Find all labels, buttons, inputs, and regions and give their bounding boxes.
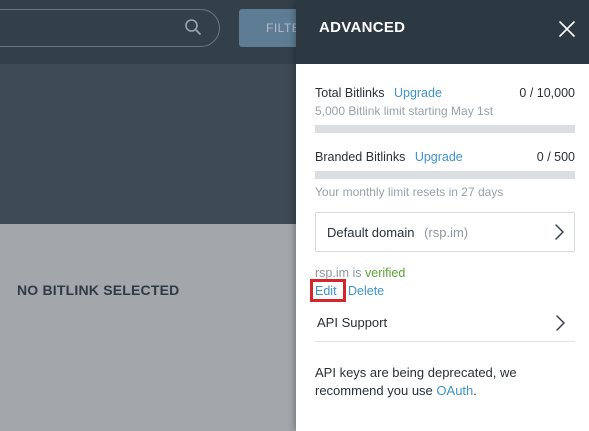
total-bitlinks-note: 5,000 Bitlink limit starting May 1st [315,104,494,118]
api-support-label: API Support [317,315,388,330]
total-bitlinks-upgrade-link[interactable]: Upgrade [394,86,442,100]
chevron-right-icon [555,224,564,240]
default-domain-selector[interactable]: Default domain (rsp.im) [315,212,575,252]
empty-state-text: NO BITLINK SELECTED [17,282,180,298]
default-domain-label: Default domain [327,225,415,240]
domain-status-domain: rsp.im is [315,266,362,280]
oauth-link[interactable]: OAuth [436,383,473,398]
panel-header: ADVANCED [296,0,589,64]
domain-status: rsp.im is verified [315,266,405,280]
total-bitlinks-label: Total Bitlinks [315,86,385,100]
deprecation-note: API keys are being deprecated, we recomm… [315,364,577,400]
search-icon[interactable] [184,18,202,36]
edit-domain-link[interactable]: Edit [315,284,337,298]
detail-area [0,224,296,431]
deprecation-text: API keys are being deprecated, we recomm… [315,365,517,398]
branded-bitlinks-count: 0 / 500 [536,150,575,164]
delete-domain-link[interactable]: Delete [348,284,384,298]
branded-bitlinks-progress [315,171,575,179]
advanced-panel: ADVANCED Total Bitlinks Upgrade 0 / 10,0… [296,0,589,431]
top-bar: FILTE [0,0,309,64]
branded-bitlinks-upgrade-link[interactable]: Upgrade [415,150,463,164]
deprecation-suffix: . [473,383,477,398]
branded-bitlinks-row: Branded Bitlinks Upgrade [315,150,463,164]
verified-badge: verified [365,266,406,280]
close-icon[interactable] [558,20,576,38]
panel-title: ADVANCED [319,19,406,36]
total-bitlinks-row: Total Bitlinks Upgrade [315,86,442,100]
chevron-right-icon [556,315,565,331]
default-domain-value: (rsp.im) [424,225,469,240]
branded-bitlinks-note: Your monthly limit resets in 27 days [315,185,504,199]
branded-bitlinks-label: Branded Bitlinks [315,150,406,164]
default-domain-label-group: Default domain (rsp.im) [327,225,468,240]
api-support-row[interactable]: API Support [315,306,575,342]
app-root: FILTE NO BITLINK SELECTED ADVANCED Total… [0,0,589,431]
total-bitlinks-progress [315,125,575,133]
total-bitlinks-count: 0 / 10,000 [519,86,575,100]
